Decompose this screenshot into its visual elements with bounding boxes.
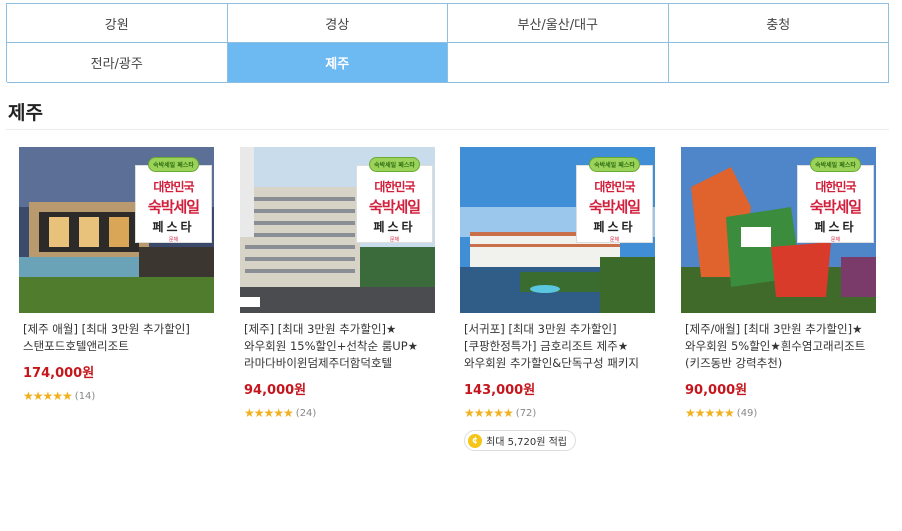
sale-festa-badge: 숙박세일 페스타 대한민국 숙박세일 페스타 문체 xyxy=(576,157,653,243)
star-rating-icon: ★★★★★ xyxy=(464,406,514,420)
sale-festa-badge: 숙박세일 페스타 대한민국 숙박세일 페스타 문체 xyxy=(797,157,874,243)
tab-jeju[interactable]: 제주 xyxy=(227,43,448,83)
badge-line2: 숙박세일 xyxy=(368,198,421,216)
section-divider xyxy=(6,129,889,130)
badge-line4: 문체 xyxy=(830,237,841,243)
badge-top-text: 숙박세일 페스타 xyxy=(589,157,640,172)
badge-line1: 대한민국 xyxy=(815,180,856,194)
badge-line4: 문체 xyxy=(389,237,400,243)
product-image[interactable]: 숙박세일 페스타 대한민국 숙박세일 페스타 문체 xyxy=(19,147,214,313)
tab-chungcheong[interactable]: 충청 xyxy=(668,4,889,43)
product-card[interactable]: 숙박세일 페스타 대한민국 숙박세일 페스타 문체 [제주 애월] [최대 3만… xyxy=(19,147,214,403)
product-image[interactable]: 숙박세일 페스타 대한민국 숙박세일 페스타 문체 xyxy=(240,147,435,313)
product-title[interactable]: [서귀포] [최대 3만원 추가할인][쿠팡한정특가] 금호리조트 제주★와우회… xyxy=(460,321,651,372)
product-rating: ★★★★★ (24) xyxy=(240,406,435,420)
tab-gyeongsang[interactable]: 경상 xyxy=(227,4,448,43)
tab-jeolla-gwangju[interactable]: 전라/광주 xyxy=(7,43,228,83)
product-image[interactable]: 숙박세일 페스타 대한민국 숙박세일 페스타 문체 xyxy=(681,147,876,313)
product-price: 90,000원 xyxy=(685,383,748,398)
product-title[interactable]: [제주 애월] [최대 3만원 추가할인]스탠포드호텔앤리조트 xyxy=(19,321,210,355)
product-card[interactable]: 숙박세일 페스타 대한민국 숙박세일 페스타 문체 [제주] [최대 3만원 추… xyxy=(240,147,435,420)
product-price: 174,000원 xyxy=(23,366,95,381)
badge-top-text: 숙박세일 페스타 xyxy=(369,157,420,172)
badge-line3: 페스타 xyxy=(152,220,195,234)
tab-empty-1 xyxy=(448,43,669,83)
product-card[interactable]: 숙박세일 페스타 대한민국 숙박세일 페스타 문체 [제주/애월] [최대 3만… xyxy=(681,147,876,420)
star-rating-icon: ★★★★★ xyxy=(244,406,294,420)
region-tab-grid: 강원 경상 부산/울산/대구 충청 전라/광주 제주 xyxy=(6,3,889,83)
tab-busan-ulsan-daegu[interactable]: 부산/울산/대구 xyxy=(448,4,669,43)
product-image[interactable]: 숙박세일 페스타 대한민국 숙박세일 페스타 문체 xyxy=(460,147,655,313)
product-price: 94,000원 xyxy=(244,383,307,398)
sale-festa-badge: 숙박세일 페스타 대한민국 숙박세일 페스타 문체 xyxy=(356,157,433,243)
tab-gangwon[interactable]: 강원 xyxy=(7,4,228,43)
badge-line2: 숙박세일 xyxy=(147,198,200,216)
product-card[interactable]: 숙박세일 페스타 대한민국 숙박세일 페스타 문체 [서귀포] [최대 3만원 … xyxy=(460,147,655,451)
section-title: 제주 xyxy=(8,102,43,124)
review-count: (72) xyxy=(515,407,537,419)
star-rating-icon: ★★★★★ xyxy=(685,406,735,420)
badge-line3: 페스타 xyxy=(814,220,857,234)
badge-line4: 문체 xyxy=(168,237,179,243)
product-title[interactable]: [제주/애월] [최대 3만원 추가할인]★와우회원 5%할인★흰수염고래리조트… xyxy=(681,321,872,372)
badge-line3: 페스타 xyxy=(593,220,636,234)
sale-festa-badge: 숙박세일 페스타 대한민국 숙박세일 페스타 문체 xyxy=(135,157,212,243)
badge-line1: 대한민국 xyxy=(153,180,194,194)
product-rating: ★★★★★ (14) xyxy=(19,389,214,403)
badge-line2: 숙박세일 xyxy=(809,198,862,216)
review-count: (49) xyxy=(736,407,758,419)
badge-line3: 페스타 xyxy=(373,220,416,234)
reward-points-badge: ¢ 최대 5,720원 적립 xyxy=(464,430,576,451)
badge-line2: 숙박세일 xyxy=(588,198,641,216)
badge-top-text: 숙박세일 페스타 xyxy=(148,157,199,172)
tab-empty-2 xyxy=(668,43,889,83)
product-rating: ★★★★★ (72) xyxy=(460,406,655,420)
review-count: (24) xyxy=(295,407,317,419)
badge-top-text: 숙박세일 페스타 xyxy=(810,157,861,172)
badge-line1: 대한민국 xyxy=(374,180,415,194)
badge-line1: 대한민국 xyxy=(594,180,635,194)
product-title[interactable]: [제주] [최대 3만원 추가할인]★와우회원 15%할인+선착순 룸UP★라마… xyxy=(240,321,431,372)
product-rating: ★★★★★ (49) xyxy=(681,406,876,420)
review-count: (14) xyxy=(74,390,96,402)
coin-icon: ¢ xyxy=(468,433,482,448)
star-rating-icon: ★★★★★ xyxy=(23,389,73,403)
reward-points-text: 최대 5,720원 적립 xyxy=(486,437,567,448)
product-price: 143,000원 xyxy=(464,383,536,398)
badge-line4: 문체 xyxy=(609,237,620,243)
